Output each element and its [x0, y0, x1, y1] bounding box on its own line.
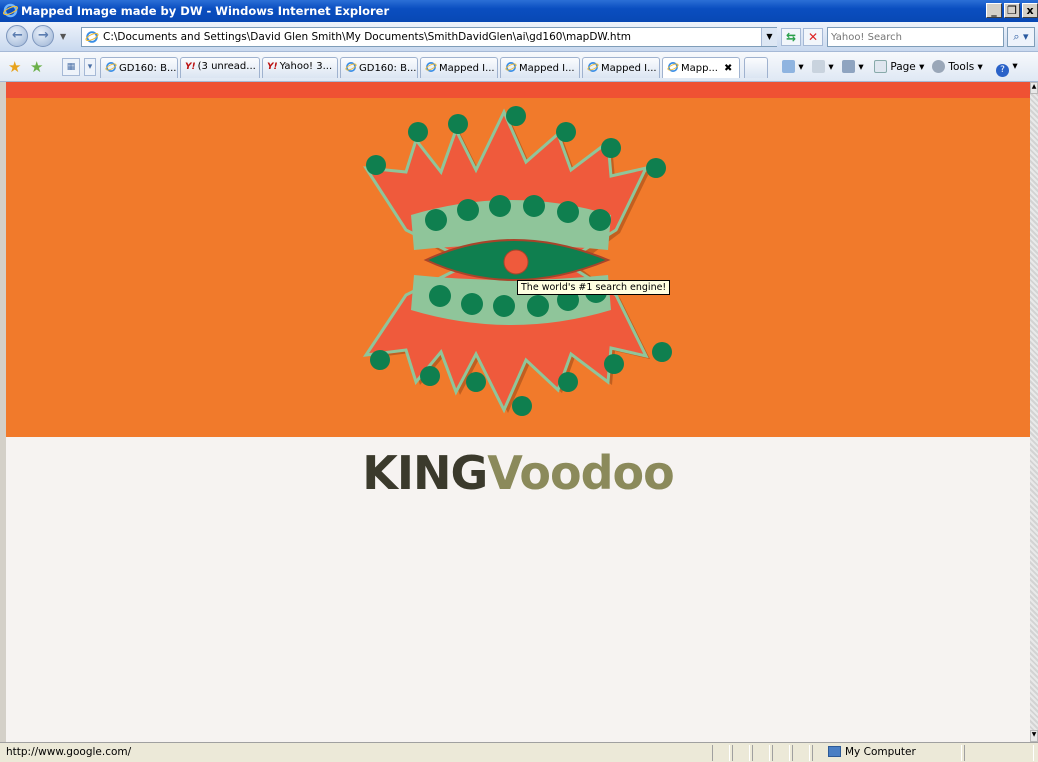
ie-icon	[105, 62, 117, 72]
feeds-icon	[812, 60, 825, 73]
feeds-button[interactable]: ▾	[812, 60, 834, 73]
scroll-down-icon[interactable]: ▼	[1030, 730, 1038, 742]
print-button[interactable]: ▾	[842, 60, 864, 73]
refresh-button[interactable]: ⇆	[781, 28, 801, 46]
top-stripe	[6, 82, 1030, 98]
window-title: Mapped Image made by DW - Windows Intern…	[21, 4, 390, 18]
internet-explorer-icon	[3, 3, 18, 18]
address-field[interactable]: C:\Documents and Settings\David Glen Smi…	[81, 27, 777, 47]
tab-label: GD160: B...	[119, 63, 177, 74]
browser-tab[interactable]: Y! Yahoo! 3...	[262, 57, 338, 78]
close-tab-icon[interactable]: ✖	[724, 63, 732, 74]
search-button[interactable]: ⌕ ▾	[1007, 27, 1035, 47]
page-icon	[874, 60, 887, 73]
wordmark-king: KING	[362, 446, 488, 500]
tab-label: Mapp...	[681, 63, 718, 74]
tab-label: Yahoo! 3...	[279, 61, 333, 72]
tools-menu-label: Tools	[948, 61, 975, 73]
zoom-cell[interactable]	[964, 745, 1034, 761]
restore-icon: ❐	[1007, 4, 1017, 17]
refresh-icon: ⇆	[785, 30, 797, 44]
browser-tab[interactable]: GD160: B...	[100, 57, 178, 78]
wordmark-voodoo: Voodoo	[487, 446, 674, 500]
scroll-up-icon[interactable]: ▲	[1030, 82, 1038, 94]
browser-window: Mapped Image made by DW - Windows Intern…	[0, 0, 1038, 762]
printer-icon	[842, 60, 855, 73]
zone-label: My Computer	[845, 746, 916, 758]
image-map-tooltip: The world's #1 search engine!	[517, 280, 671, 295]
close-window-button[interactable]: x	[1022, 3, 1038, 18]
tab-label: (3 unread...	[197, 61, 256, 72]
tab-list-dropdown-icon[interactable]: ▾	[84, 58, 96, 76]
page-ie-icon	[85, 31, 99, 43]
browser-tab-active[interactable]: Mapp... ✖	[662, 57, 740, 78]
tab-label: Mapped I...	[519, 63, 575, 74]
back-arrow-icon: ←	[12, 28, 23, 43]
tools-menu[interactable]: Tools ▾	[932, 60, 983, 73]
minimize-button[interactable]: _	[986, 3, 1002, 18]
forward-button[interactable]: →	[32, 25, 54, 47]
vertical-scrollbar[interactable]: ▲ ▼	[1030, 82, 1038, 742]
forward-arrow-icon: →	[38, 28, 49, 43]
add-favorites-icon[interactable]: ★	[30, 58, 43, 76]
yahoo-icon: Y!	[267, 62, 278, 72]
search-input[interactable]	[831, 29, 1001, 46]
yahoo-icon: Y!	[185, 62, 196, 72]
maximize-button[interactable]: ❐	[1004, 3, 1020, 18]
home-button[interactable]: ▾	[782, 60, 804, 73]
tab-label: Mapped I...	[601, 63, 657, 74]
ie-icon	[425, 62, 437, 72]
stop-icon: ✕	[807, 30, 819, 44]
ie-icon	[345, 62, 357, 72]
page-menu-label: Page	[890, 61, 916, 73]
king-voodoo-crown-logo[interactable]	[346, 100, 686, 420]
address-dropdown-icon[interactable]: ▼	[761, 28, 777, 46]
title-bar: Mapped Image made by DW - Windows Intern…	[0, 0, 1038, 22]
favorites-star-icon[interactable]: ★	[8, 58, 21, 76]
security-zone[interactable]: My Computer	[828, 746, 916, 758]
king-voodoo-wordmark: KINGVoodoo	[6, 446, 1030, 500]
status-url: http://www.google.com/	[6, 746, 132, 758]
help-icon: ?	[996, 64, 1009, 77]
browser-tab[interactable]: Mapped I...	[420, 57, 498, 78]
address-url: C:\Documents and Settings\David Glen Smi…	[103, 31, 631, 43]
new-tab-button[interactable]	[744, 57, 768, 78]
tab-label: GD160: B...	[359, 63, 417, 74]
ie-icon	[505, 62, 517, 72]
browser-tab[interactable]: Mapped I...	[500, 57, 580, 78]
search-box[interactable]	[827, 27, 1004, 47]
recent-pages-dropdown-icon[interactable]: ▼	[60, 32, 66, 41]
browser-tab[interactable]: Mapped I...	[582, 57, 660, 78]
ie-icon	[667, 62, 679, 72]
status-cell	[792, 745, 810, 761]
address-toolbar: ← → ▼ C:\Documents and Settings\David Gl…	[0, 22, 1038, 52]
search-icon: ⌕	[1013, 30, 1020, 43]
ie-icon	[587, 62, 599, 72]
page-content: The world's #1 search engine! KINGVoodoo	[6, 82, 1030, 742]
quick-tabs-icon[interactable]: ▦	[62, 58, 80, 76]
browser-tab[interactable]: GD160: B...	[340, 57, 418, 78]
page-menu[interactable]: Page ▾	[874, 60, 924, 73]
status-cell	[772, 745, 790, 761]
stop-button[interactable]: ✕	[803, 28, 823, 46]
help-button[interactable]: ? ▾	[996, 60, 1018, 77]
my-computer-icon	[828, 746, 841, 757]
eye-pupil-hotspot[interactable]	[503, 249, 529, 275]
gear-icon	[932, 60, 945, 73]
tab-bar: ★ ★ ▦ ▾ GD160: B... Y! (3 unread... Y! Yah…	[0, 52, 1038, 82]
status-cell	[732, 745, 750, 761]
status-bar: http://www.google.com/ My Computer	[0, 742, 1038, 762]
status-cell	[712, 745, 730, 761]
back-button[interactable]: ←	[6, 25, 28, 47]
home-icon	[782, 60, 795, 73]
status-cell	[752, 745, 770, 761]
tab-label: Mapped I...	[439, 63, 495, 74]
browser-tab[interactable]: Y! (3 unread...	[180, 57, 260, 78]
